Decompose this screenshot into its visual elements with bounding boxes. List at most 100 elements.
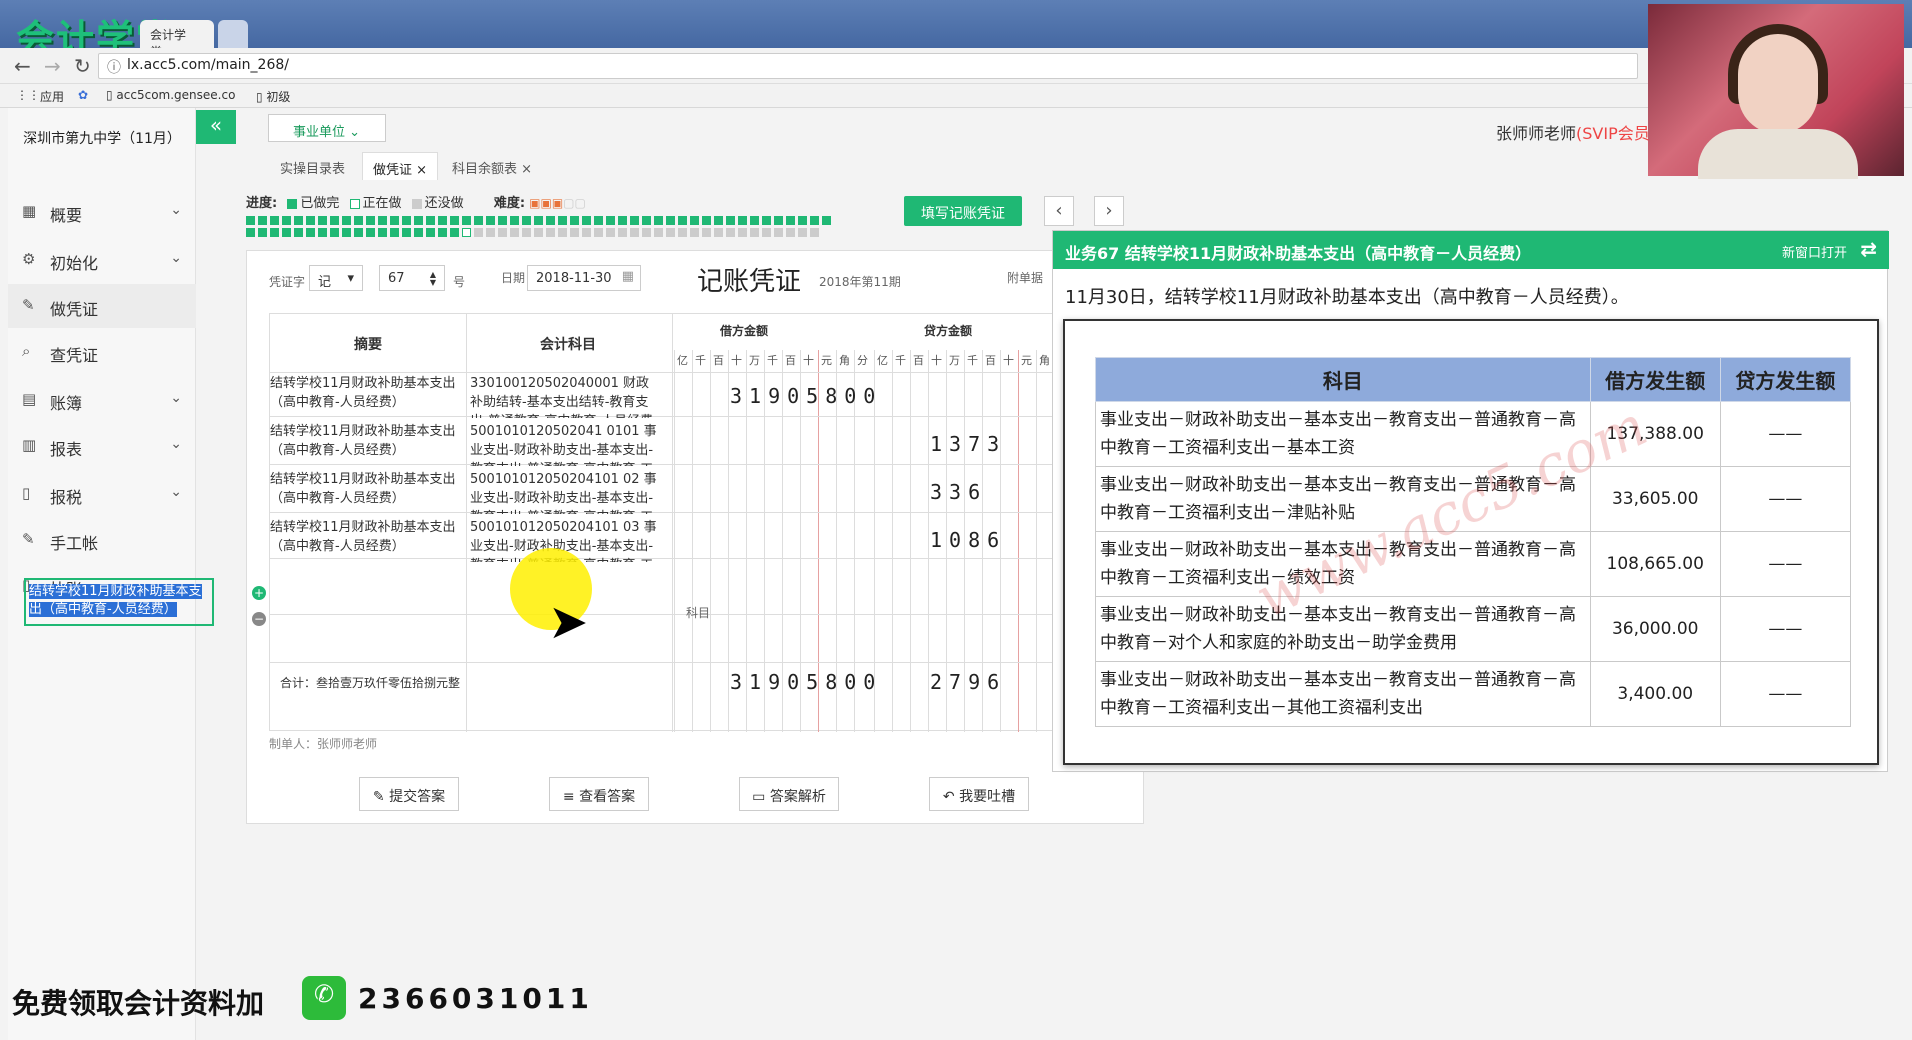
add-row-icon[interactable]: + <box>252 586 266 600</box>
progress-cell[interactable] <box>246 228 255 237</box>
tab-account-balance[interactable]: 科目余额表 × <box>442 152 542 180</box>
progress-cell[interactable] <box>270 216 279 225</box>
progress-cell[interactable] <box>510 228 519 237</box>
remove-row-icon[interactable]: − <box>252 612 266 626</box>
swap-icon[interactable]: ⇄ <box>1860 237 1877 261</box>
prev-button[interactable]: ‹ <box>1044 196 1074 226</box>
progress-cell[interactable] <box>678 228 687 237</box>
progress-cell[interactable] <box>390 216 399 225</box>
progress-cell[interactable] <box>534 228 543 237</box>
progress-cell[interactable] <box>582 228 591 237</box>
progress-cell[interactable] <box>450 228 459 237</box>
sidebar-item-5[interactable]: ▥ 报表 ⌄ <box>8 424 196 468</box>
progress-cell[interactable] <box>342 216 351 225</box>
progress-cell[interactable] <box>582 216 591 225</box>
progress-cell[interactable] <box>630 228 639 237</box>
progress-cell[interactable] <box>510 216 519 225</box>
progress-cell[interactable] <box>414 228 423 237</box>
progress-cell[interactable] <box>714 216 723 225</box>
progress-cell[interactable] <box>558 228 567 237</box>
progress-cell[interactable] <box>570 228 579 237</box>
progress-cell[interactable] <box>786 216 795 225</box>
progress-cell[interactable] <box>786 228 795 237</box>
progress-cell[interactable] <box>258 216 267 225</box>
progress-cell[interactable] <box>282 228 291 237</box>
progress-cell[interactable] <box>618 228 627 237</box>
view-answer-button[interactable]: ≡ 查看答案 <box>549 777 649 811</box>
close-icon[interactable]: × <box>416 163 427 178</box>
sidebar-item-6[interactable]: ▯ 报税 ⌄ <box>8 472 196 516</box>
progress-cell[interactable] <box>666 228 675 237</box>
progress-cell[interactable] <box>618 216 627 225</box>
bookmark-apps[interactable]: 应用 <box>40 88 64 105</box>
progress-cell[interactable] <box>594 228 603 237</box>
progress-cell[interactable] <box>714 228 723 237</box>
progress-cell[interactable] <box>378 228 387 237</box>
progress-cell[interactable] <box>486 228 495 237</box>
back-icon[interactable]: ← <box>14 54 31 78</box>
progress-cell[interactable] <box>690 228 699 237</box>
progress-cell[interactable] <box>666 216 675 225</box>
forward-icon[interactable]: → <box>44 54 61 78</box>
tab-practice-catalog[interactable]: 实操目录表 <box>270 152 355 180</box>
progress-cell[interactable] <box>438 228 447 237</box>
fill-voucher-button[interactable]: 填写记账凭证 <box>904 196 1022 226</box>
progress-cell[interactable] <box>774 216 783 225</box>
url-input[interactable]: ⓘ lx.acc5.com/main_268/ <box>98 53 1638 79</box>
collapse-sidebar-button[interactable]: « <box>196 110 236 144</box>
progress-cell[interactable] <box>654 228 663 237</box>
progress-cell[interactable] <box>522 228 531 237</box>
progress-cell[interactable] <box>402 228 411 237</box>
progress-cell[interactable] <box>306 228 315 237</box>
progress-cell[interactable] <box>630 216 639 225</box>
active-summary-input[interactable]: 结转学校11月财政补助基本支出（高中教育-人员经费） <box>24 578 214 626</box>
progress-cell[interactable] <box>378 216 387 225</box>
sidebar-item-0[interactable]: ▦ 概要 ⌄ <box>8 190 196 234</box>
progress-cell[interactable] <box>294 228 303 237</box>
browser-tab[interactable]: 会计学堂... × <box>140 20 214 59</box>
progress-cell[interactable] <box>678 216 687 225</box>
progress-cell[interactable] <box>606 228 615 237</box>
progress-cell[interactable] <box>390 228 399 237</box>
bookmark-level[interactable]: ▯ 初级 <box>256 88 290 105</box>
progress-cell[interactable] <box>702 216 711 225</box>
progress-cell[interactable] <box>306 216 315 225</box>
progress-cell[interactable] <box>258 228 267 237</box>
progress-cell[interactable] <box>654 216 663 225</box>
open-new-window-link[interactable]: 新窗口打开 <box>1782 242 1847 261</box>
progress-cell[interactable] <box>762 228 771 237</box>
reload-icon[interactable]: ↻ <box>74 54 91 78</box>
progress-cell[interactable] <box>366 216 375 225</box>
progress-cell[interactable] <box>426 228 435 237</box>
progress-cell[interactable] <box>474 228 483 237</box>
progress-cell[interactable] <box>414 216 423 225</box>
progress-cell[interactable] <box>294 216 303 225</box>
progress-cell[interactable] <box>642 216 651 225</box>
sidebar-item-1[interactable]: ⚙ 初始化 ⌄ <box>8 238 196 282</box>
bookmark-gensee[interactable]: ▯ acc5com.gensee.co <box>106 88 235 102</box>
progress-cell[interactable] <box>354 228 363 237</box>
progress-cell[interactable] <box>546 228 555 237</box>
progress-cell[interactable] <box>810 216 819 225</box>
progress-cell[interactable] <box>330 216 339 225</box>
progress-cell[interactable] <box>726 228 735 237</box>
progress-cell[interactable] <box>822 216 831 225</box>
progress-cell[interactable] <box>318 228 327 237</box>
progress-cell[interactable] <box>450 216 459 225</box>
progress-cell[interactable] <box>270 228 279 237</box>
progress-cell[interactable] <box>282 216 291 225</box>
progress-cell[interactable] <box>366 228 375 237</box>
progress-cell[interactable] <box>690 216 699 225</box>
progress-cell[interactable] <box>318 216 327 225</box>
voucher-type-select[interactable]: 记 ▾ <box>309 265 363 291</box>
progress-cell[interactable] <box>702 228 711 237</box>
progress-cell[interactable] <box>426 216 435 225</box>
progress-cell[interactable] <box>762 216 771 225</box>
sidebar-item-2[interactable]: ✎ 做凭证 <box>8 284 196 328</box>
progress-cell[interactable] <box>354 216 363 225</box>
submit-answer-button[interactable]: ✎ 提交答案 <box>359 777 459 811</box>
progress-cell[interactable] <box>522 216 531 225</box>
close-icon[interactable]: × <box>521 162 532 177</box>
progress-cell[interactable] <box>498 228 507 237</box>
sidebar-item-7[interactable]: ✎ 手工帐 <box>8 518 196 562</box>
